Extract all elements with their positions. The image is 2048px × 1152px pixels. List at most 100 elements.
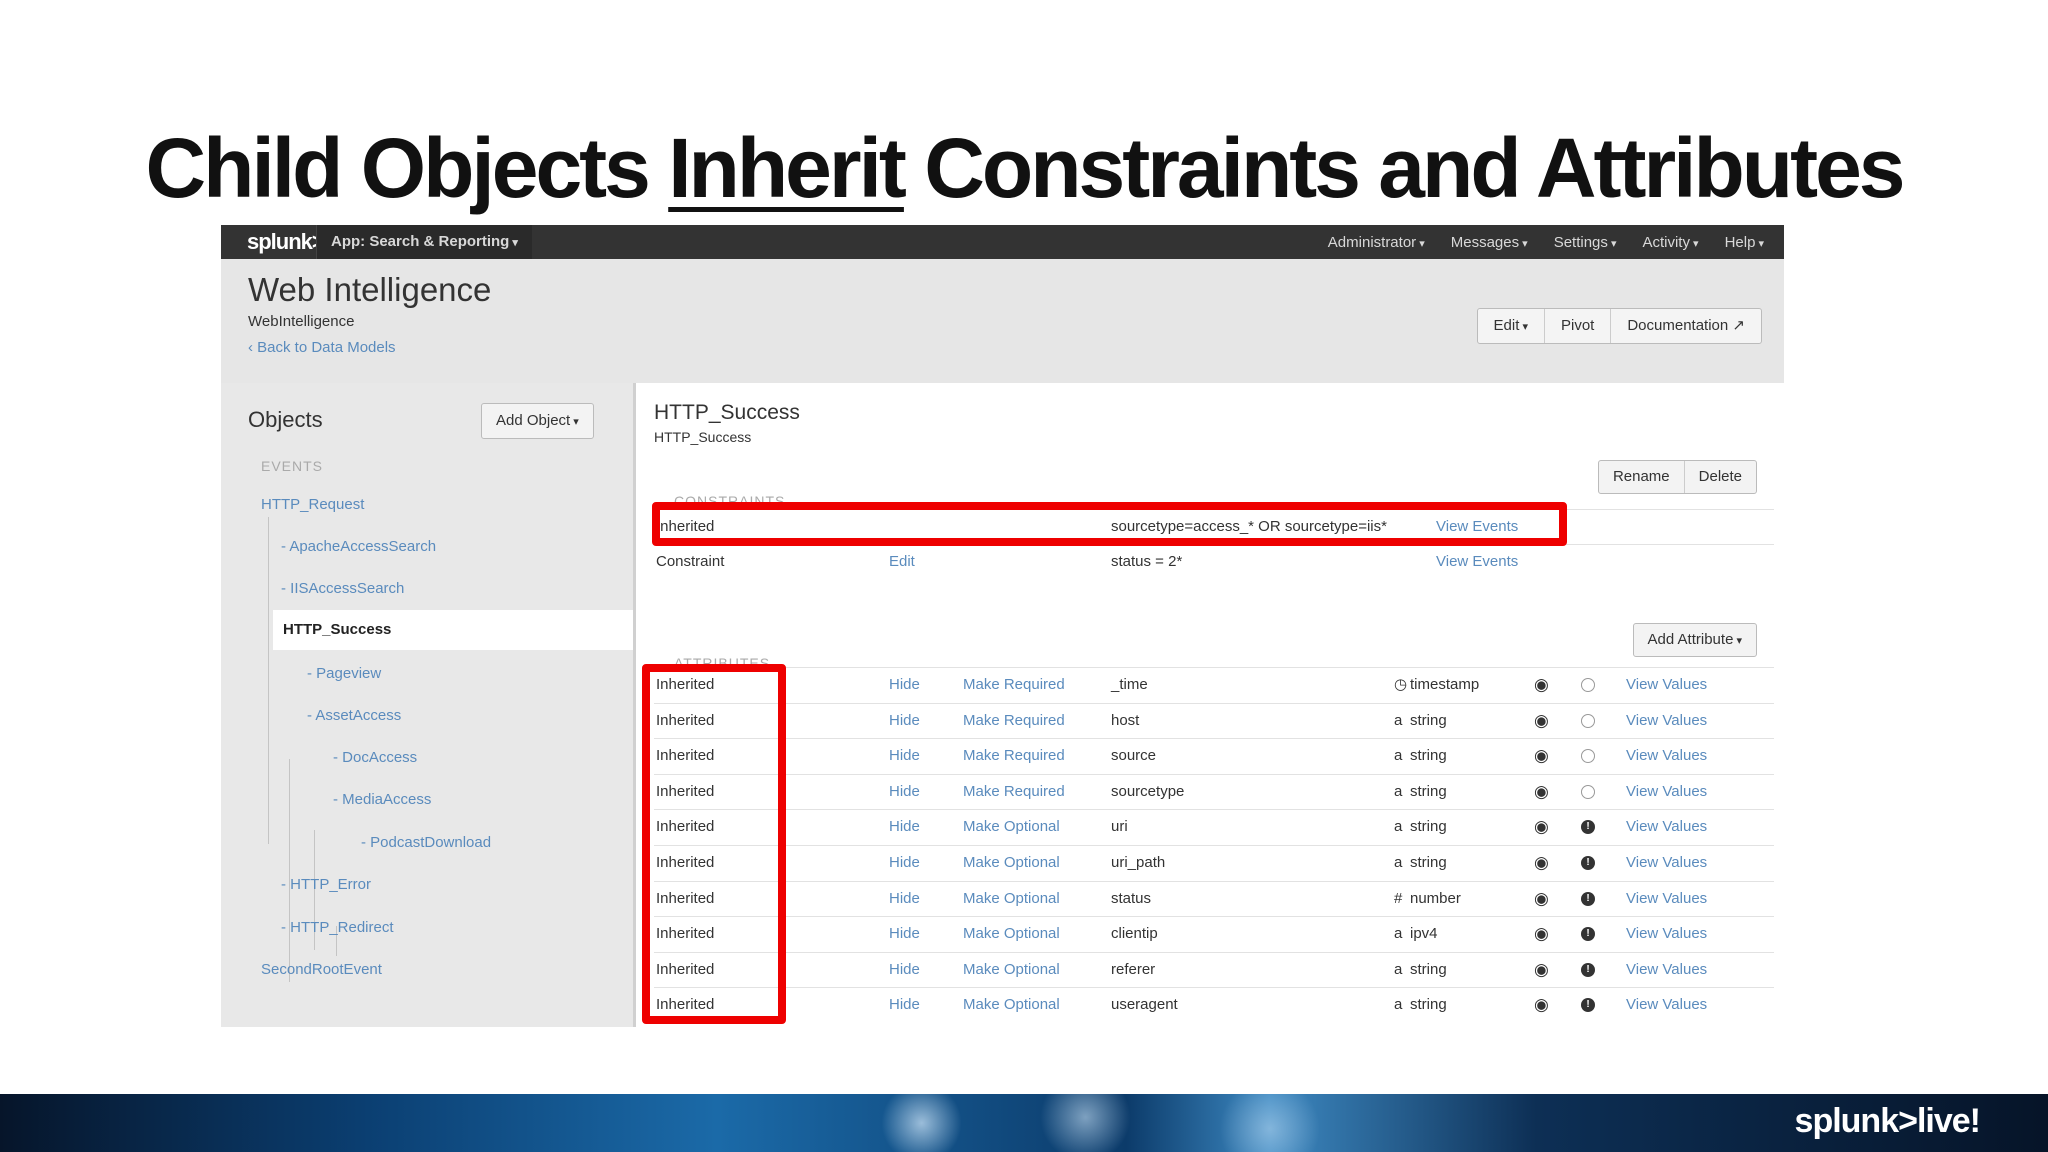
toggle-required-link[interactable]: Make Optional bbox=[963, 846, 1060, 880]
rename-button[interactable]: Rename bbox=[1599, 461, 1685, 493]
hide-link[interactable]: Hide bbox=[889, 810, 920, 844]
add-attribute-button[interactable]: Add Attribute bbox=[1634, 624, 1756, 656]
eye-icon[interactable]: ◉ bbox=[1534, 739, 1549, 773]
hide-link[interactable]: Hide bbox=[889, 846, 920, 880]
hide-link[interactable]: Hide bbox=[889, 988, 920, 1022]
nav-administrator[interactable]: Administrator bbox=[1328, 234, 1425, 251]
toggle-required-link[interactable]: Make Optional bbox=[963, 882, 1060, 916]
attribute-datatype: timestamp bbox=[1410, 676, 1480, 693]
datatype-icon: a bbox=[1394, 854, 1403, 871]
documentation-button[interactable]: Documentation ↗ bbox=[1611, 309, 1761, 343]
nav-activity[interactable]: Activity bbox=[1642, 234, 1698, 251]
hide-link[interactable]: Hide bbox=[889, 704, 920, 738]
attribute-name: host bbox=[1111, 711, 1140, 729]
tree-item-iisaccesssearch[interactable]: - IISAccessSearch bbox=[281, 580, 404, 597]
eye-icon[interactable]: ◉ bbox=[1534, 775, 1549, 809]
view-values-link[interactable]: View Values bbox=[1626, 846, 1707, 880]
view-values-link[interactable]: View Values bbox=[1626, 882, 1707, 916]
splunk-logo[interactable]: splunk> bbox=[247, 229, 325, 255]
external-link-icon: ↗ bbox=[1732, 317, 1745, 334]
slide-title: Child Objects Inherit Constraints and At… bbox=[0, 118, 2048, 218]
toggle-required-link[interactable]: Make Required bbox=[963, 704, 1065, 738]
footer-background bbox=[0, 1094, 2048, 1152]
view-values-link[interactable]: View Values bbox=[1626, 775, 1707, 809]
attribute-name: _time bbox=[1111, 676, 1148, 693]
add-object-button[interactable]: Add Object bbox=[481, 403, 594, 439]
attribute-name: useragent bbox=[1111, 996, 1178, 1014]
eye-icon[interactable]: ◉ bbox=[1534, 917, 1549, 951]
toggle-required-link[interactable]: Make Optional bbox=[963, 917, 1060, 951]
eye-icon[interactable]: ◉ bbox=[1534, 882, 1549, 916]
datatype-icon: # bbox=[1394, 889, 1403, 907]
constraint-edit-link[interactable]: Edit bbox=[889, 545, 915, 579]
tree-item-http-error[interactable]: - HTTP_Error bbox=[281, 876, 371, 893]
view-values-link[interactable]: View Values bbox=[1626, 739, 1707, 773]
eye-icon[interactable]: ◉ bbox=[1534, 668, 1549, 702]
required-icon: ! bbox=[1581, 927, 1595, 942]
tree-item-secondrootevent[interactable]: SecondRootEvent bbox=[261, 961, 382, 978]
header-button-group: Edit Pivot Documentation ↗ bbox=[1476, 308, 1762, 344]
toggle-required-link[interactable]: Make Optional bbox=[963, 988, 1060, 1022]
hide-link[interactable]: Hide bbox=[889, 775, 920, 809]
nav-settings[interactable]: Settings bbox=[1554, 234, 1617, 251]
back-to-data-models-link[interactable]: ‹ Back to Data Models bbox=[248, 339, 396, 356]
top-nav: Administrator Messages Settings Activity… bbox=[1328, 225, 1764, 259]
tree-item-assetaccess[interactable]: - AssetAccess bbox=[307, 707, 401, 724]
hide-link[interactable]: Hide bbox=[889, 668, 920, 702]
toggle-required-link[interactable]: Make Optional bbox=[963, 953, 1060, 987]
constraint-highlight-box bbox=[652, 502, 1567, 546]
eye-icon[interactable]: ◉ bbox=[1534, 988, 1549, 1022]
required-icon: ! bbox=[1581, 998, 1595, 1013]
view-values-link[interactable]: View Values bbox=[1626, 988, 1707, 1022]
hide-link[interactable]: Hide bbox=[889, 917, 920, 951]
attribute-name: uri bbox=[1111, 818, 1128, 836]
tree-item-http-redirect[interactable]: - HTTP_Redirect bbox=[281, 919, 394, 936]
view-values-link[interactable]: View Values bbox=[1626, 810, 1707, 844]
toggle-required-link[interactable]: Make Required bbox=[963, 668, 1065, 702]
eye-icon[interactable]: ◉ bbox=[1534, 704, 1549, 738]
nav-messages[interactable]: Messages bbox=[1451, 234, 1528, 251]
view-values-link[interactable]: View Values bbox=[1626, 668, 1707, 702]
edit-button[interactable]: Edit bbox=[1478, 309, 1545, 343]
attribute-name: source bbox=[1111, 747, 1157, 765]
hide-link[interactable]: Hide bbox=[889, 953, 920, 987]
add-attribute-group: Add Attribute bbox=[1632, 623, 1757, 657]
app-menu[interactable]: App: Search & Reporting bbox=[316, 225, 532, 259]
toggle-required-link[interactable]: Make Required bbox=[963, 739, 1065, 773]
object-actions: Rename Delete bbox=[1597, 460, 1757, 494]
tree-item-podcastdownload[interactable]: - PodcastDownload bbox=[361, 834, 491, 851]
hide-link[interactable]: Hide bbox=[889, 882, 920, 916]
attribute-row: Inherited Hide Make Optional clientip a ipv4 ◉… bbox=[654, 916, 1774, 951]
attribute-datatype: string bbox=[1410, 996, 1447, 1014]
delete-button[interactable]: Delete bbox=[1685, 461, 1756, 493]
constraint-row: Constraint Edit status = 2* View Events bbox=[654, 544, 1774, 579]
data-model-id: WebIntelligence bbox=[248, 313, 355, 330]
toggle-required-link[interactable]: Make Optional bbox=[963, 810, 1060, 844]
tree-item-apacheaccesssearch[interactable]: - ApacheAccessSearch bbox=[281, 538, 436, 555]
view-events-link[interactable]: View Events bbox=[1436, 545, 1518, 579]
tree-item-docaccess[interactable]: - DocAccess bbox=[333, 749, 417, 766]
datatype-icon: a bbox=[1394, 996, 1403, 1014]
eye-icon[interactable]: ◉ bbox=[1534, 810, 1549, 844]
toggle-required-link[interactable]: Make Required bbox=[963, 775, 1065, 809]
datatype-icon: a bbox=[1394, 782, 1403, 800]
view-values-link[interactable]: View Values bbox=[1626, 917, 1707, 951]
optional-icon bbox=[1581, 749, 1595, 764]
tree-item-http-request[interactable]: HTTP_Request bbox=[261, 496, 364, 513]
tree-item-pageview[interactable]: - Pageview bbox=[307, 665, 381, 682]
nav-help[interactable]: Help bbox=[1725, 234, 1764, 251]
datatype-icon: a bbox=[1394, 818, 1403, 836]
tree-item-mediaaccess[interactable]: - MediaAccess bbox=[333, 791, 431, 808]
attribute-row: Inherited Hide Make Optional status # number ◉… bbox=[654, 880, 1774, 916]
pivot-button[interactable]: Pivot bbox=[1545, 309, 1612, 343]
tree-item-http-success[interactable]: HTTP_Success bbox=[273, 610, 633, 650]
eye-icon[interactable]: ◉ bbox=[1534, 846, 1549, 880]
tree-line bbox=[289, 759, 290, 982]
view-values-link[interactable]: View Values bbox=[1626, 953, 1707, 987]
eye-icon[interactable]: ◉ bbox=[1534, 953, 1549, 987]
attribute-row: Inherited Hide Make Required source a string ◉… bbox=[654, 738, 1774, 773]
view-values-link[interactable]: View Values bbox=[1626, 704, 1707, 738]
attribute-datatype: string bbox=[1410, 782, 1447, 800]
required-icon: ! bbox=[1581, 820, 1595, 835]
hide-link[interactable]: Hide bbox=[889, 739, 920, 773]
